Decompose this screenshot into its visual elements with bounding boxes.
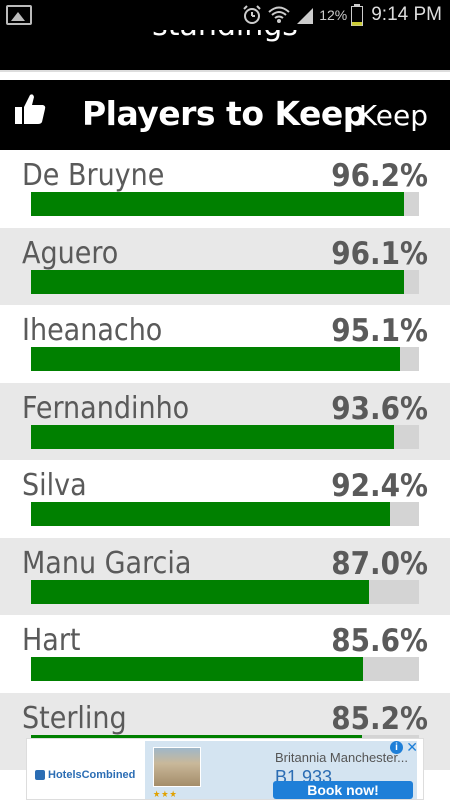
ad-hotel-name: Britannia Manchester... [275,750,408,765]
keep-percentage: 87.0% [331,545,428,582]
status-bar: 12% 9:14 PM [0,0,450,30]
keep-bar-fill [31,269,404,294]
hotel-photo [153,747,201,787]
keep-percentage: 85.6% [331,623,428,659]
keep-percentage: 92.4% [331,468,428,504]
app-title-bar: standings [0,30,450,70]
keep-bar-fill [31,502,390,526]
alarm-icon [243,5,261,24]
player-row[interactable]: Silva 92.4% [0,460,450,538]
keep-bar-fill [31,347,400,371]
player-row[interactable]: Iheanacho 95.1% [0,305,450,383]
player-row[interactable]: Manu Garcia 87.0% [0,537,450,615]
battery-icon [351,4,364,26]
keep-bar-fill [31,424,395,449]
status-icons: 12% 9:14 PM [241,0,442,30]
player-row[interactable]: Fernandinho 93.6% [0,382,450,460]
keep-bar-fill [31,579,369,604]
ad-close-icon[interactable]: ✕ [406,739,418,756]
gallery-notification-icon [6,5,32,25]
keep-bar-track [31,502,419,526]
clock: 9:14 PM [371,4,442,25]
keep-percentage: 96.1% [331,235,428,272]
app-title: standings [0,30,450,43]
keep-bar-fill [31,657,364,681]
keep-bar-track [31,424,419,449]
section-header: Players to Keep Keep [0,80,450,150]
wifi-icon [268,6,290,23]
keep-percentage: 85.2% [331,700,428,737]
player-name: Silva [22,468,87,503]
keep-bar-track [31,269,419,294]
ad-brand: HotelsCombined [35,769,135,781]
player-name: Iheanacho [22,313,163,348]
signal-icon [297,8,314,24]
hotelscombined-logo-icon [35,770,45,780]
battery-percent: 12% [319,7,348,23]
keep-percentage: 96.2% [331,158,428,194]
player-name: Aguero [22,235,119,271]
hotel-stars: ★★★ [153,790,178,800]
keep-bar-track [31,657,419,681]
keep-bar-track [31,579,419,604]
keep-bar-track [31,192,419,216]
thumbs-up-icon [15,94,46,124]
section-title: Players to Keep [82,94,366,133]
keep-bar-track [31,347,419,371]
book-now-button[interactable]: Book now! [273,781,413,799]
ad-brand-label: HotelsCombined [48,769,136,781]
player-name: Manu Garcia [22,545,192,581]
player-row[interactable]: Hart 85.6% [0,615,450,693]
ad-hotel-card[interactable]: ★★★ Britannia Manchester... B1,933 Book … [145,741,417,799]
player-name: Sterling [22,700,127,736]
keep-bar-fill [31,192,405,216]
player-list: De Bruyne 96.2% Aguero 96.1% Iheanacho 9… [0,150,450,770]
ad-banner[interactable]: HotelsCombined ★★★ Britannia Manchester.… [26,738,424,800]
keep-column-label: Keep [358,99,428,132]
player-row[interactable]: Aguero 96.1% [0,227,450,305]
ad-info-icon[interactable]: i [390,741,403,754]
title-divider [0,70,450,72]
keep-percentage: 93.6% [331,390,428,427]
player-name: Hart [22,623,81,658]
player-row[interactable]: De Bruyne 96.2% [0,150,450,228]
player-name: De Bruyne [22,158,165,193]
player-name: Fernandinho [22,390,190,426]
keep-percentage: 95.1% [331,313,428,349]
